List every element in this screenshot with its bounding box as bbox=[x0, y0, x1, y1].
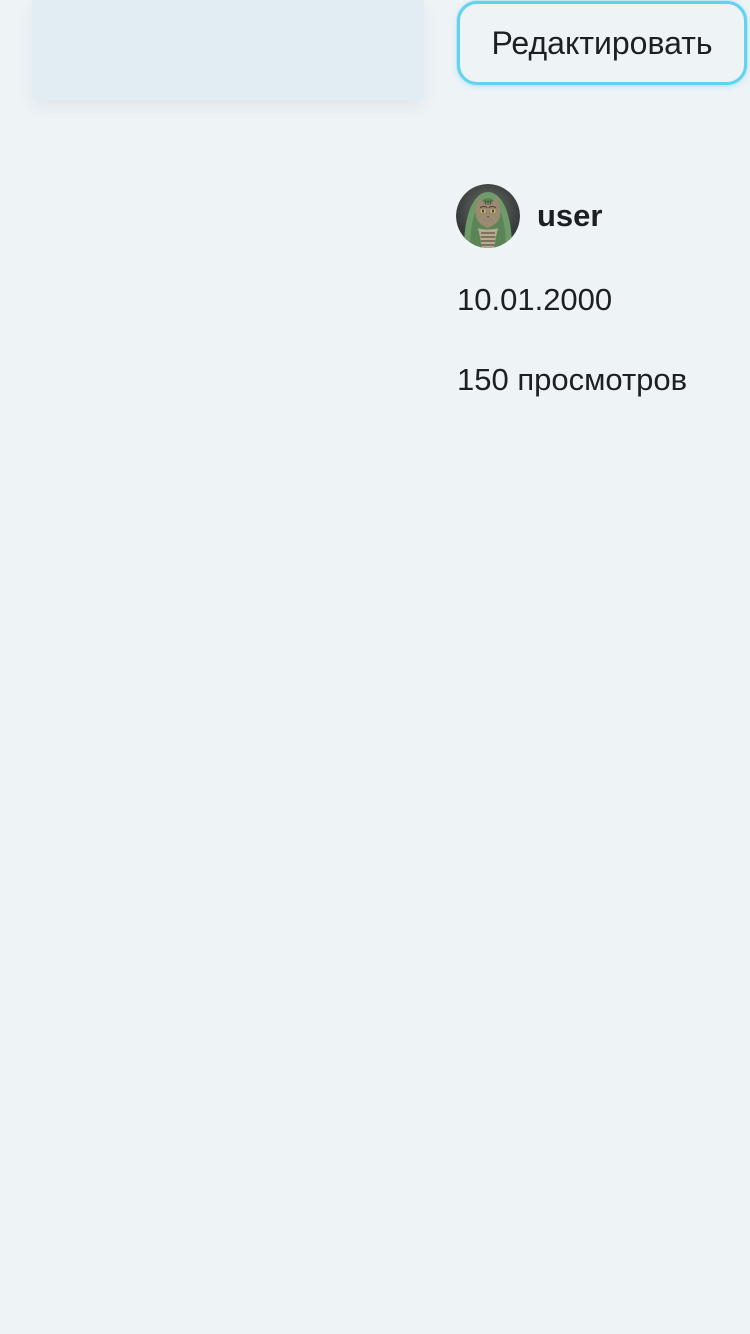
author-username[interactable]: user bbox=[537, 198, 602, 234]
avatar[interactable] bbox=[456, 184, 520, 248]
article-date: 10.01.2000 bbox=[457, 282, 613, 317]
edit-button[interactable]: Редактировать bbox=[457, 1, 747, 85]
article-details-page: Редактировать user 10.01.2000 150 просмо… bbox=[0, 0, 750, 1334]
cat-avatar-icon bbox=[456, 184, 520, 248]
author-info[interactable]: user bbox=[456, 184, 602, 248]
article-image-placeholder bbox=[32, 0, 424, 100]
article-views: 150 просмотров bbox=[457, 362, 688, 397]
